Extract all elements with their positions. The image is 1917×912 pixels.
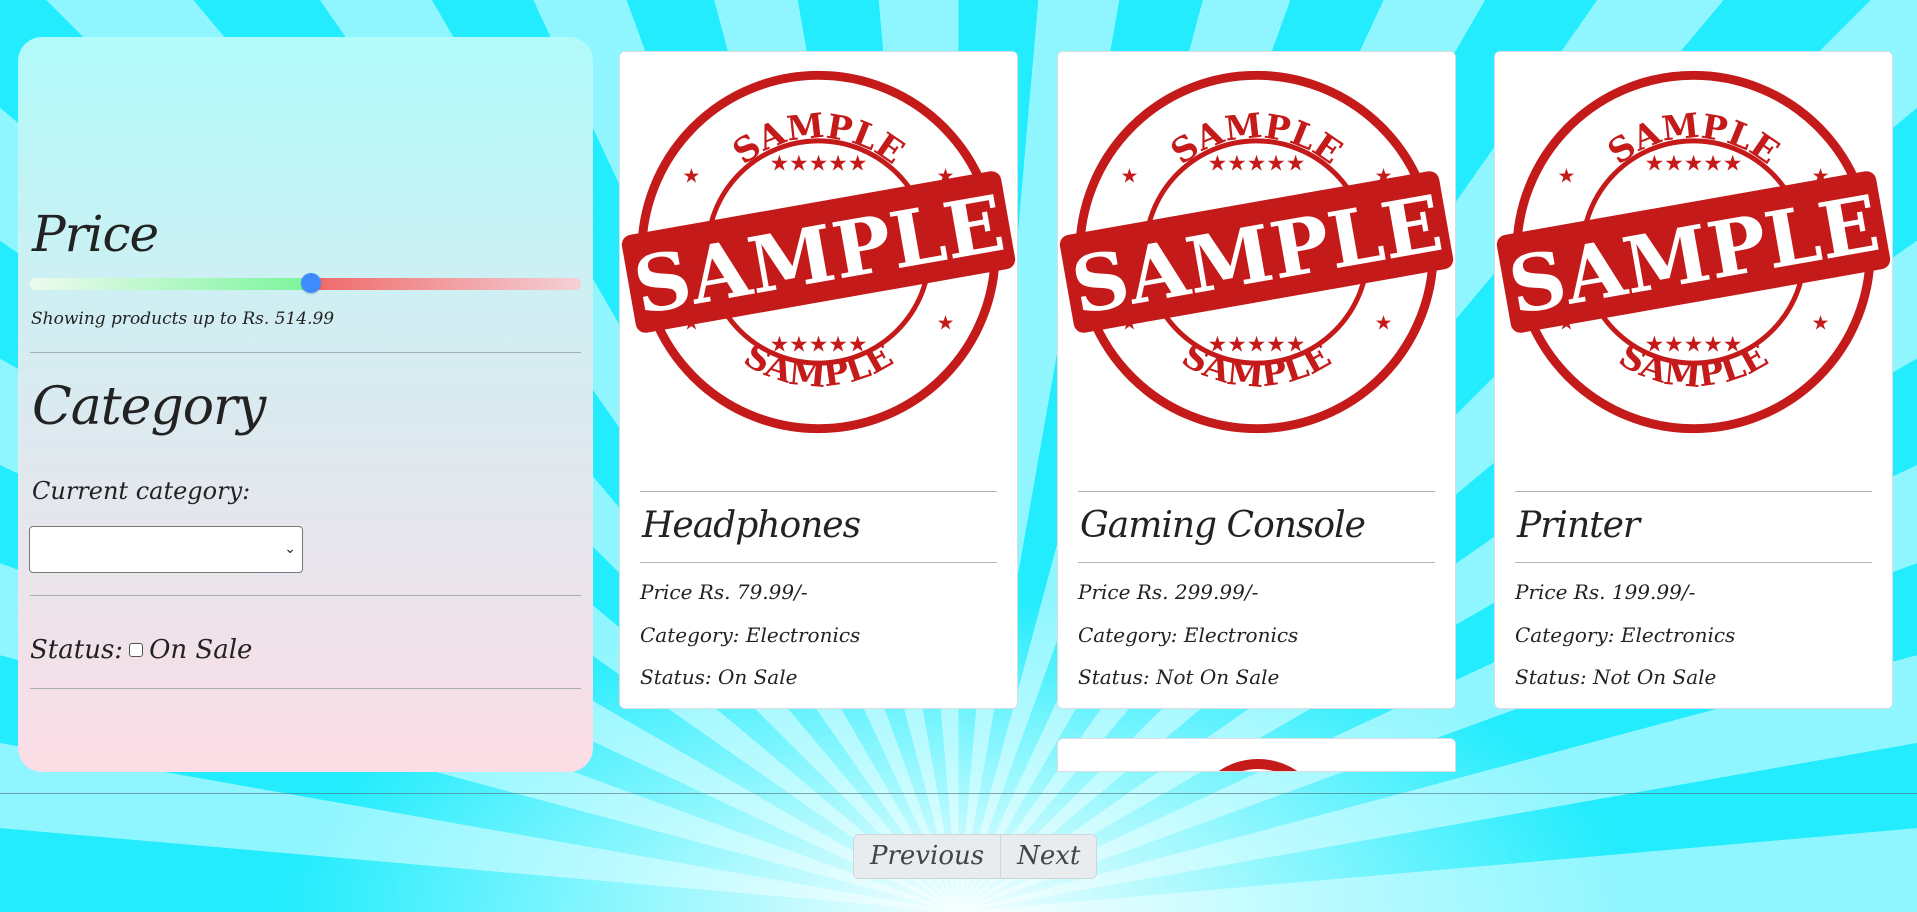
- status-filter: Status: On Sale: [30, 635, 252, 665]
- price-filter-title: Price: [32, 205, 159, 263]
- product-category: Category: Electronics: [1515, 623, 1736, 647]
- product-image: SAMPLE SAMPLE ★★★★★ ★★★★★ ★ ★ ★ ★ SAMPLE: [620, 52, 1017, 452]
- divider: [1515, 491, 1872, 492]
- stamp-banner-text: SAMPLE: [627, 178, 1010, 332]
- category-filter-title: Category: [32, 377, 266, 437]
- product-card[interactable]: SAMPLE SAMPLE ★★★★★ ★★★★★ ★ ★ ★ ★ SAMPLE…: [619, 51, 1018, 709]
- product-price: Price Rs. 79.99/-: [640, 580, 808, 604]
- svg-text:★★★★★: ★★★★★: [770, 152, 868, 177]
- svg-text:★: ★: [1375, 311, 1393, 334]
- product-status: Status: Not On Sale: [1515, 665, 1717, 689]
- product-card[interactable]: SAMPLE SAMPLE ★★★★★ ★★★★★ ★ ★ ★ ★ SAMPLE…: [1494, 51, 1893, 709]
- product-card[interactable]: SAMPLE SAMPLE ★★★★★ ★★★★★ ★ ★ ★ ★ SAMPLE…: [1057, 51, 1456, 709]
- divider: [30, 352, 581, 353]
- category-select[interactable]: ⌄: [29, 526, 303, 573]
- next-page-button[interactable]: Next: [1000, 835, 1097, 878]
- divider: [640, 562, 997, 563]
- product-price: Price Rs. 299.99/-: [1078, 580, 1259, 604]
- svg-text:★: ★: [1121, 165, 1139, 188]
- on-sale-option-label[interactable]: On Sale: [149, 635, 252, 665]
- product-name[interactable]: Printer: [1517, 505, 1640, 546]
- price-slider-handle[interactable]: [301, 273, 321, 293]
- divider: [1078, 562, 1435, 563]
- product-card-partial[interactable]: [1057, 738, 1456, 772]
- stamp-banner-text: SAMPLE: [1502, 178, 1885, 332]
- product-category: Category: Electronics: [640, 623, 861, 647]
- svg-text:★★★★★: ★★★★★: [1645, 152, 1743, 177]
- product-image-partial: [1188, 759, 1328, 771]
- divider: [30, 688, 581, 689]
- current-category-label: Current category:: [32, 477, 251, 505]
- svg-text:★: ★: [1558, 165, 1576, 188]
- sample-stamp-image: SAMPLE SAMPLE ★★★★★ ★★★★★ ★ ★ ★ ★ SAMPLE: [621, 70, 1016, 434]
- previous-page-button[interactable]: Previous: [854, 835, 1001, 878]
- svg-text:★★★★★: ★★★★★: [1208, 332, 1306, 357]
- status-filter-label: Status:: [30, 635, 124, 665]
- stamp-banner-text: SAMPLE: [1065, 178, 1448, 332]
- chevron-down-icon: ⌄: [284, 541, 296, 557]
- svg-text:★★★★★: ★★★★★: [1645, 332, 1743, 357]
- svg-text:★: ★: [1812, 311, 1830, 334]
- product-price: Price Rs. 199.99/-: [1515, 580, 1696, 604]
- product-status: Status: Not On Sale: [1078, 665, 1280, 689]
- product-name[interactable]: Gaming Console: [1080, 505, 1366, 546]
- svg-text:★: ★: [937, 311, 955, 334]
- sample-stamp-image: SAMPLE SAMPLE ★★★★★ ★★★★★ ★ ★ ★ ★ SAMPLE: [1496, 70, 1891, 434]
- page-layout: Price Showing products up to Rs. 514.99 …: [0, 0, 1917, 912]
- svg-text:★: ★: [683, 165, 701, 188]
- product-name[interactable]: Headphones: [642, 505, 861, 546]
- svg-text:★★★★★: ★★★★★: [1208, 152, 1306, 177]
- divider: [1078, 491, 1435, 492]
- divider: [0, 793, 1917, 794]
- divider: [1515, 562, 1872, 563]
- pagination: Previous Next: [853, 834, 1098, 879]
- product-category: Category: Electronics: [1078, 623, 1299, 647]
- product-image: SAMPLE SAMPLE ★★★★★ ★★★★★ ★ ★ ★ ★ SAMPLE: [1495, 52, 1892, 452]
- product-image: SAMPLE SAMPLE ★★★★★ ★★★★★ ★ ★ ★ ★ SAMPLE: [1058, 52, 1455, 452]
- on-sale-checkbox[interactable]: [129, 643, 144, 657]
- product-status: Status: On Sale: [640, 665, 798, 689]
- divider: [30, 595, 581, 596]
- svg-text:★★★★★: ★★★★★: [770, 332, 868, 357]
- divider: [640, 491, 997, 492]
- sample-stamp-image: SAMPLE SAMPLE ★★★★★ ★★★★★ ★ ★ ★ ★ SAMPLE: [1059, 70, 1454, 434]
- price-filter-caption: Showing products up to Rs. 514.99: [31, 309, 335, 329]
- filter-sidebar: Price Showing products up to Rs. 514.99 …: [18, 37, 593, 772]
